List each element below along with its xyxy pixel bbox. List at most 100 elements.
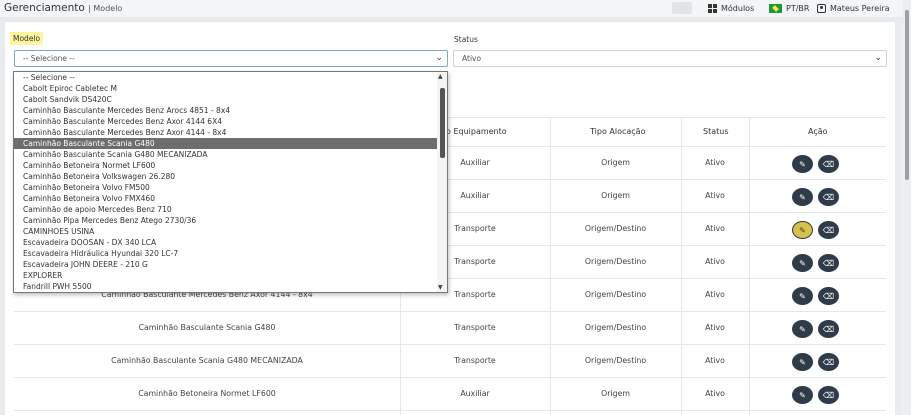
breadcrumb: | Modelo [88, 4, 123, 13]
th-status: Status [703, 127, 729, 136]
cell-tipo-equipamento: Transporte [454, 323, 496, 332]
dropdown-option[interactable]: Escavadeira Hidráulica Hyundai 320 LC-7 [14, 248, 437, 259]
eraser-icon: ⌫ [822, 324, 835, 334]
dropdown-option[interactable]: Caminhão Betoneira Volvo FM500 [14, 182, 437, 193]
dropdown-option[interactable]: CAMINHOES USINA [14, 226, 437, 237]
page-title: Gerenciamento | Modelo [4, 2, 122, 14]
grid-icon [708, 3, 717, 13]
cell-tipo-alocacao: Origem [601, 158, 630, 167]
dropdown-option[interactable]: -- Selecione -- [14, 72, 437, 83]
cell-status: Ativo [705, 323, 725, 332]
delete-button[interactable]: ⌫ [818, 188, 839, 206]
locale-label: PT/BR [786, 3, 810, 13]
edit-button[interactable]: ✎ [792, 221, 813, 239]
app-title: Gerenciamento [4, 2, 85, 14]
page-scrollbar[interactable] [903, 0, 911, 415]
modelo-select-value: -- Selecione -- [23, 54, 75, 63]
delete-button[interactable]: ⌫ [818, 287, 839, 305]
dropdown-option[interactable]: Caminhão Pipa Mercedes Benz Atego 2730/3… [14, 215, 437, 226]
eraser-icon: ⌫ [822, 159, 835, 169]
dropdown-option[interactable]: Caminhão de apoio Mercedes Benz 710 [14, 204, 437, 215]
modules-menu[interactable]: Módulos [708, 2, 754, 14]
delete-button[interactable]: ⌫ [818, 386, 839, 404]
dropdown-option[interactable]: Cabolt Sandvik DS420C [14, 94, 437, 105]
pencil-icon: ✎ [799, 357, 806, 367]
cell-modelo: Caminhão Basculante Scania G480 MECANIZA… [111, 356, 303, 365]
brazil-flag-icon [769, 3, 782, 13]
table-row: Caminhão Basculante Scania G480 Transport… [14, 312, 886, 345]
cell-tipo-equipamento: Transporte [454, 356, 496, 365]
modelo-dropdown-list[interactable]: -- Selecione -- Cabolt Epiroc Cabletec MC… [13, 71, 448, 293]
dropdown-option[interactable]: Caminhão Basculante Mercedes Benz Arocs … [14, 105, 437, 116]
scrollbar-thumb[interactable] [440, 88, 445, 158]
pencil-icon: ✎ [799, 390, 806, 400]
user-menu[interactable]: Mateus Pereira [817, 2, 890, 14]
edit-button[interactable]: ✎ [792, 254, 813, 272]
page-scrollbar-thumb[interactable] [905, 10, 909, 180]
dropdown-option[interactable]: EXPLORER [14, 270, 437, 281]
cell-tipo-alocacao: Origem/Destino [584, 356, 647, 365]
cell-tipo-alocacao: Origem [601, 191, 630, 200]
modelo-select[interactable]: -- Selecione -- ⌄ [14, 50, 448, 67]
chevron-down-icon: ⌄ [435, 53, 443, 63]
pencil-icon: ✎ [799, 258, 806, 268]
table-row: Caminhão Basculante Scania G480 MECANIZA… [14, 345, 886, 378]
cell-tipo-alocacao: Origem/Destino [584, 290, 647, 299]
edit-button[interactable]: ✎ [792, 386, 813, 404]
th-tipo-alocacao: Tipo Alocação [590, 127, 646, 136]
cell-modelo: Caminhão Betoneira Normet LF600 [138, 389, 276, 398]
cell-tipo-alocacao: Origem/Destino [584, 257, 647, 266]
eraser-icon: ⌫ [822, 390, 835, 400]
dropdown-option[interactable]: Caminhão Basculante Mercedes Benz Axor 4… [14, 127, 437, 138]
status-select[interactable]: Ativo ⌄ [453, 50, 887, 67]
user-icon [817, 3, 826, 13]
dropdown-option[interactable]: Caminhão Betoneira Volvo FMX460 [14, 193, 437, 204]
th-tipo-equipamento: o Equipamento [446, 127, 507, 136]
edit-button[interactable]: ✎ [792, 188, 813, 206]
edit-button[interactable]: ✎ [792, 320, 813, 338]
edit-button[interactable]: ✎ [792, 353, 813, 371]
th-acao: Ação [808, 127, 828, 136]
eraser-icon: ⌫ [822, 192, 835, 202]
user-name: Mateus Pereira [830, 3, 890, 13]
scroll-down-icon[interactable]: ▼ [438, 284, 443, 291]
edit-button[interactable]: ✎ [792, 155, 813, 173]
toolbar-button[interactable] [672, 2, 692, 14]
locale-menu[interactable]: PT/BR [769, 2, 809, 14]
delete-button[interactable]: ⌫ [818, 254, 839, 272]
delete-button[interactable]: ⌫ [818, 320, 839, 338]
dropdown-option[interactable]: Cabolt Epiroc Cabletec M [14, 83, 437, 94]
dropdown-option[interactable]: Escavadeira DOOSAN - DX 340 LCA [14, 237, 437, 248]
scroll-up-icon[interactable]: ▲ [438, 73, 443, 80]
cell-tipo-alocacao: Origem/Destino [584, 323, 647, 332]
dropdown-option[interactable]: Caminhão Betoneira Normet LF600 [14, 160, 437, 171]
modules-label: Módulos [721, 3, 755, 13]
dropdown-option[interactable]: Caminhão Basculante Scania G480 MECANIZA… [14, 149, 437, 160]
chevron-down-icon: ⌄ [874, 53, 882, 63]
eraser-icon: ⌫ [822, 258, 835, 268]
cell-status: Ativo [705, 389, 725, 398]
delete-button[interactable]: ⌫ [818, 353, 839, 371]
cell-tipo-alocacao: Origem/Destino [584, 224, 647, 233]
dropdown-scrollbar[interactable]: ▲ ▼ [437, 72, 447, 292]
cell-status: Ativo [705, 158, 725, 167]
cell-modelo: Caminhão Basculante Scania G480 [138, 323, 276, 332]
pencil-icon: ✎ [799, 324, 806, 334]
cell-status: Ativo [705, 356, 725, 365]
cell-status: Ativo [705, 290, 725, 299]
top-bar: Gerenciamento | Modelo Módulos PT/BR Mat… [0, 0, 911, 17]
pencil-icon: ✎ [799, 291, 806, 301]
dropdown-option[interactable]: Caminhão Betoneira Volkswagen 26.280 [14, 171, 437, 182]
dropdown-option[interactable]: Escavadeira JOHN DEERE - 210 G [14, 259, 437, 270]
delete-button[interactable]: ⌫ [818, 155, 839, 173]
dropdown-option[interactable]: Caminhão Basculante Mercedes Benz Axor 4… [14, 116, 437, 127]
eraser-icon: ⌫ [822, 357, 835, 367]
status-label: Status [454, 35, 478, 44]
edit-button[interactable]: ✎ [792, 287, 813, 305]
cell-tipo-equipamento: Auxiliar [460, 389, 490, 398]
dropdown-option[interactable]: Caminhão Basculante Scania G480 [14, 138, 437, 149]
status-select-value: Ativo [462, 54, 482, 63]
pencil-icon: ✎ [799, 159, 806, 169]
dropdown-option[interactable]: Fandrill PWH 5500 [14, 281, 437, 292]
delete-button[interactable]: ⌫ [818, 221, 839, 239]
